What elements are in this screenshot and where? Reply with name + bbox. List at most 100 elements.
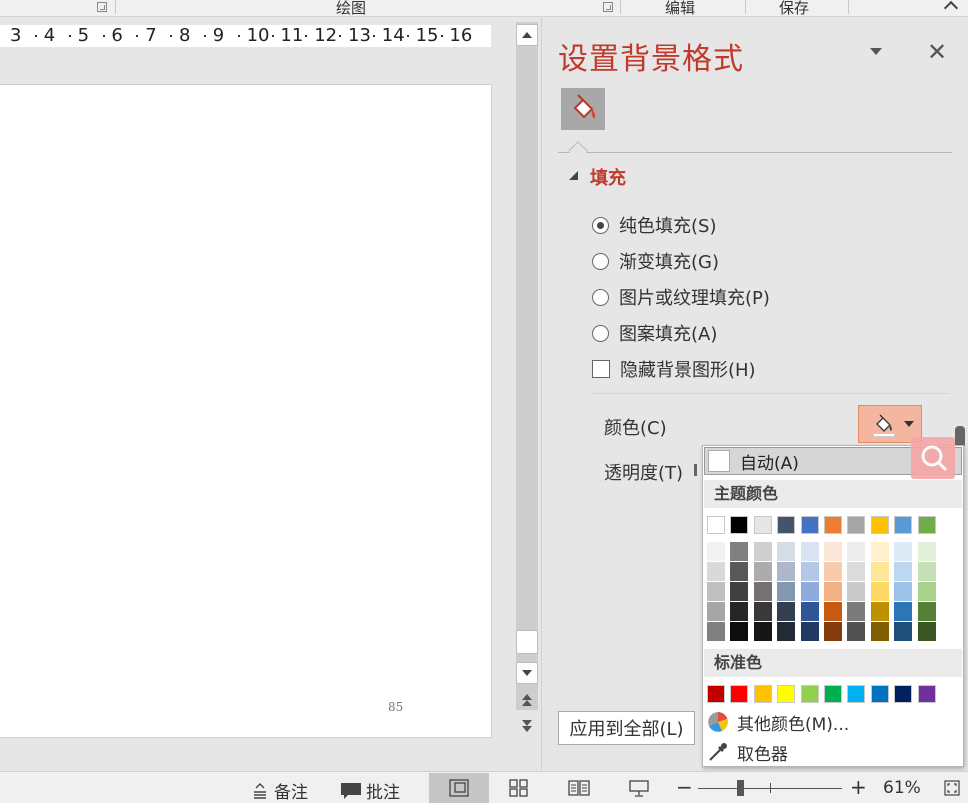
- theme-shade-swatch[interactable]: [824, 582, 842, 601]
- option-picture-fill[interactable]: 图片或纹理填充(P): [592, 284, 770, 310]
- theme-shade-swatch[interactable]: [870, 562, 889, 581]
- theme-color-swatch[interactable]: [730, 516, 749, 534]
- theme-color-swatch[interactable]: [707, 516, 725, 534]
- scroll-down-button[interactable]: [516, 662, 538, 684]
- standard-color-swatch[interactable]: [730, 685, 749, 703]
- scroll-up-button[interactable]: [516, 24, 538, 46]
- theme-shade-swatch[interactable]: [730, 582, 749, 601]
- theme-shade-swatch[interactable]: [847, 562, 866, 581]
- theme-shade-swatch[interactable]: [917, 562, 936, 581]
- theme-shade-swatch[interactable]: [847, 622, 866, 641]
- option-hide-background-graphics[interactable]: 隐藏背景图形(H): [592, 356, 756, 382]
- theme-color-swatch[interactable]: [917, 516, 936, 534]
- search-icon[interactable]: [911, 437, 955, 479]
- option-gradient-fill[interactable]: 渐变填充(G): [592, 248, 719, 274]
- theme-shade-swatch[interactable]: [847, 582, 866, 601]
- radio-gradient-fill[interactable]: [592, 252, 609, 270]
- theme-shade-swatch[interactable]: [847, 602, 866, 621]
- theme-shade-swatch[interactable]: [894, 582, 913, 601]
- theme-shade-swatch[interactable]: [707, 582, 725, 601]
- zoom-out-button[interactable]: −: [676, 775, 693, 799]
- slideshow-view-button[interactable]: [609, 773, 669, 803]
- checkbox-hide-background-graphics[interactable]: [592, 360, 610, 378]
- theme-shade-swatch[interactable]: [707, 542, 725, 561]
- theme-shade-swatch[interactable]: [800, 602, 819, 621]
- theme-shade-swatch[interactable]: [824, 622, 842, 641]
- radio-pattern-fill[interactable]: [592, 324, 609, 342]
- eyedropper-item[interactable]: 取色器: [707, 738, 788, 766]
- slide-sorter-view-button[interactable]: [489, 773, 549, 803]
- apply-to-all-button[interactable]: 应用到全部(L): [558, 711, 695, 745]
- standard-color-swatch[interactable]: [753, 685, 772, 703]
- theme-shade-swatch[interactable]: [777, 622, 796, 641]
- standard-color-swatch[interactable]: [800, 685, 819, 703]
- normal-view-button[interactable]: [429, 773, 489, 803]
- theme-shade-swatch[interactable]: [847, 542, 866, 561]
- theme-shade-swatch[interactable]: [894, 602, 913, 621]
- theme-color-swatch[interactable]: [777, 516, 796, 534]
- theme-color-swatch[interactable]: [824, 516, 842, 534]
- theme-shade-swatch[interactable]: [753, 602, 772, 621]
- theme-shade-swatch[interactable]: [917, 542, 936, 561]
- comments-button[interactable]: 批注: [340, 778, 400, 803]
- dialog-launcher-icon[interactable]: [603, 2, 613, 12]
- pane-options-dropdown-icon[interactable]: [870, 48, 882, 55]
- theme-shade-swatch[interactable]: [870, 622, 889, 641]
- standard-color-swatch[interactable]: [917, 685, 936, 703]
- theme-shade-swatch[interactable]: [800, 582, 819, 601]
- slide-canvas[interactable]: [0, 84, 492, 738]
- standard-color-swatch[interactable]: [777, 685, 796, 703]
- next-slide-icon[interactable]: [520, 720, 534, 734]
- theme-shade-swatch[interactable]: [730, 622, 749, 641]
- fill-section-title[interactable]: 填充: [590, 164, 626, 190]
- collapse-ribbon-icon[interactable]: [943, 0, 959, 16]
- zoom-level[interactable]: 61%: [883, 778, 921, 798]
- theme-shade-swatch[interactable]: [894, 562, 913, 581]
- theme-shade-swatch[interactable]: [753, 582, 772, 601]
- radio-picture-fill[interactable]: [592, 288, 609, 306]
- theme-shade-swatch[interactable]: [777, 542, 796, 561]
- theme-shade-swatch[interactable]: [870, 602, 889, 621]
- reading-view-button[interactable]: [549, 773, 609, 803]
- option-pattern-fill[interactable]: 图案填充(A): [592, 320, 717, 346]
- theme-color-swatch[interactable]: [753, 516, 772, 534]
- option-solid-fill[interactable]: 纯色填充(S): [592, 212, 716, 238]
- transparency-slider[interactable]: [694, 464, 697, 476]
- theme-shade-swatch[interactable]: [707, 602, 725, 621]
- scrollbar-track[interactable]: [516, 22, 538, 710]
- theme-shade-swatch[interactable]: [917, 602, 936, 621]
- vertical-scrollbar[interactable]: [514, 22, 540, 770]
- theme-color-swatch[interactable]: [800, 516, 819, 534]
- theme-shade-swatch[interactable]: [870, 542, 889, 561]
- theme-shade-swatch[interactable]: [824, 602, 842, 621]
- theme-shade-swatch[interactable]: [777, 602, 796, 621]
- theme-shade-swatch[interactable]: [707, 562, 725, 581]
- dialog-launcher-icon[interactable]: [97, 2, 107, 12]
- more-colors-item[interactable]: 其他颜色(M)...: [707, 708, 849, 736]
- zoom-slider-thumb[interactable]: [737, 780, 744, 796]
- standard-color-swatch[interactable]: [894, 685, 913, 703]
- scrollbar-thumb[interactable]: [516, 630, 538, 654]
- standard-color-swatch[interactable]: [870, 685, 889, 703]
- theme-shade-swatch[interactable]: [753, 622, 772, 641]
- close-icon[interactable]: ✕: [927, 38, 947, 66]
- standard-color-swatch[interactable]: [847, 685, 866, 703]
- theme-shade-swatch[interactable]: [870, 582, 889, 601]
- theme-shade-swatch[interactable]: [917, 582, 936, 601]
- theme-shade-swatch[interactable]: [894, 542, 913, 561]
- theme-color-swatch[interactable]: [870, 516, 889, 534]
- theme-shade-swatch[interactable]: [800, 622, 819, 641]
- fit-to-window-button[interactable]: [944, 780, 960, 796]
- theme-shade-swatch[interactable]: [800, 562, 819, 581]
- collapse-section-icon[interactable]: [569, 171, 578, 180]
- theme-color-swatch[interactable]: [894, 516, 913, 534]
- theme-shade-swatch[interactable]: [824, 542, 842, 561]
- previous-slide-icon[interactable]: [520, 694, 534, 708]
- theme-shade-swatch[interactable]: [800, 542, 819, 561]
- theme-shade-swatch[interactable]: [824, 562, 842, 581]
- standard-color-swatch[interactable]: [707, 685, 725, 703]
- theme-shade-swatch[interactable]: [777, 562, 796, 581]
- theme-shade-swatch[interactable]: [730, 562, 749, 581]
- theme-shade-swatch[interactable]: [894, 622, 913, 641]
- theme-shade-swatch[interactable]: [917, 622, 936, 641]
